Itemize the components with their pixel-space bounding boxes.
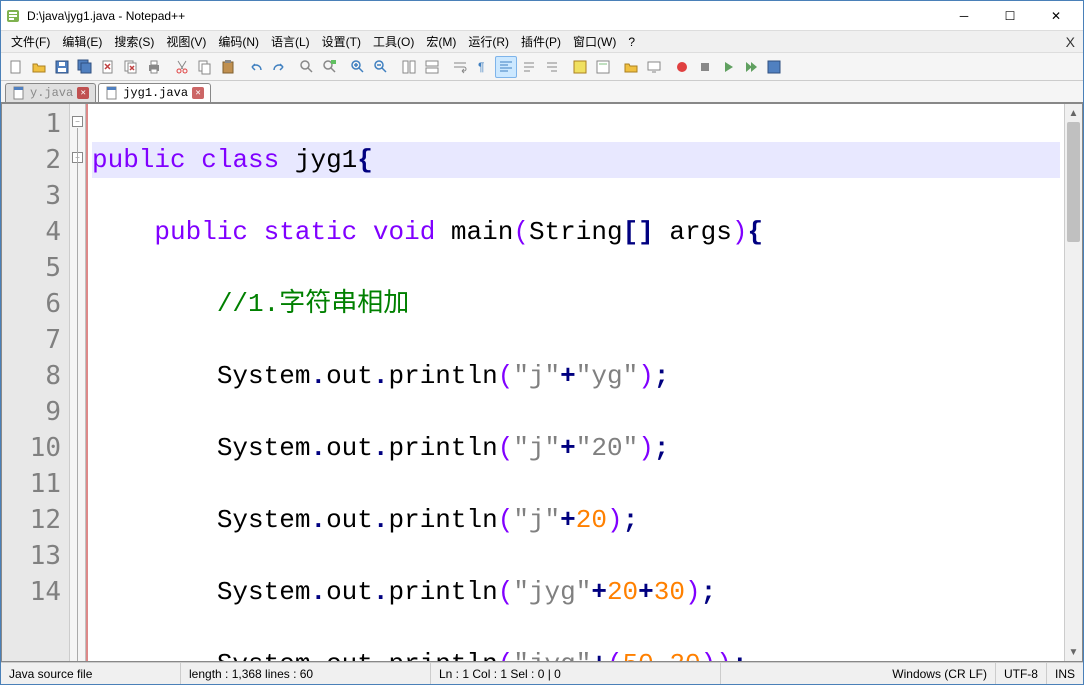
- tab-label: jyg1.java: [123, 86, 188, 100]
- line-number: 11: [4, 466, 61, 502]
- copy-button[interactable]: [194, 56, 216, 78]
- tab-label: y.java: [30, 86, 73, 100]
- toolbar: ¶: [1, 53, 1083, 81]
- save-all-button[interactable]: [74, 56, 96, 78]
- menubar: 文件(F) 编辑(E) 搜索(S) 视图(V) 编码(N) 语言(L) 设置(T…: [1, 31, 1083, 53]
- svg-text:¶: ¶: [478, 60, 484, 74]
- function-list-button[interactable]: [569, 56, 591, 78]
- titlebar: D:\java\jyg1.java - Notepad++ ─ ☐ ✕: [1, 1, 1083, 31]
- tab-jyg1-java[interactable]: jyg1.java ✕: [98, 83, 211, 102]
- play-button[interactable]: [717, 56, 739, 78]
- fold-toggle-icon[interactable]: −: [72, 116, 83, 127]
- record-button[interactable]: [671, 56, 693, 78]
- line-number: 7: [4, 322, 61, 358]
- zoom-out-button[interactable]: [370, 56, 392, 78]
- play-multi-button[interactable]: [740, 56, 762, 78]
- menu-run[interactable]: 运行(R): [462, 31, 515, 52]
- ltr-button[interactable]: [518, 56, 540, 78]
- file-icon: [105, 86, 119, 100]
- status-pos: Ln : 1 Col : 1 Sel : 0 | 0: [431, 663, 721, 684]
- menu-view[interactable]: 视图(V): [160, 31, 212, 52]
- scroll-up-icon[interactable]: ▲: [1065, 104, 1082, 122]
- file-icon: [12, 86, 26, 100]
- line-number: 1: [4, 106, 61, 142]
- menu-language[interactable]: 语言(L): [265, 31, 316, 52]
- vertical-scrollbar[interactable]: ▲ ▼: [1064, 104, 1082, 661]
- line-number: 9: [4, 394, 61, 430]
- line-number: 3: [4, 178, 61, 214]
- cut-button[interactable]: [171, 56, 193, 78]
- folder-button[interactable]: [620, 56, 642, 78]
- doc-map-button[interactable]: [592, 56, 614, 78]
- line-number: 13: [4, 538, 61, 574]
- find-button[interactable]: [296, 56, 318, 78]
- status-encoding[interactable]: UTF-8: [996, 663, 1047, 684]
- menu-settings[interactable]: 设置(T): [316, 31, 367, 52]
- line-number: 4: [4, 214, 61, 250]
- scroll-track[interactable]: [1065, 122, 1082, 643]
- menu-help[interactable]: ?: [622, 33, 641, 51]
- wordwrap-button[interactable]: [449, 56, 471, 78]
- save-macro-button[interactable]: [763, 56, 785, 78]
- status-length: length : 1,368 lines : 60: [181, 663, 431, 684]
- line-number: 6: [4, 286, 61, 322]
- tabbar: y.java ✕ jyg1.java ✕: [1, 81, 1083, 103]
- line-number: 8: [4, 358, 61, 394]
- line-number: 5: [4, 250, 61, 286]
- line-number: 12: [4, 502, 61, 538]
- menu-plugins[interactable]: 插件(P): [515, 31, 567, 52]
- fold-column: − −: [70, 104, 86, 661]
- close-button[interactable]: ✕: [1033, 1, 1079, 31]
- fold-line: [77, 128, 78, 661]
- window-title: D:\java\jyg1.java - Notepad++: [27, 9, 941, 23]
- status-lang: Java source file: [1, 663, 181, 684]
- tab-y-java[interactable]: y.java ✕: [5, 83, 96, 102]
- menu-tools[interactable]: 工具(O): [367, 31, 420, 52]
- mdi-close-icon[interactable]: X: [1066, 34, 1075, 50]
- menu-window[interactable]: 窗口(W): [567, 31, 622, 52]
- redo-button[interactable]: [268, 56, 290, 78]
- show-symbols-button[interactable]: ¶: [472, 56, 494, 78]
- maximize-button[interactable]: ☐: [987, 1, 1033, 31]
- menu-macro[interactable]: 宏(M): [420, 31, 462, 52]
- paste-button[interactable]: [217, 56, 239, 78]
- menu-search[interactable]: 搜索(S): [108, 31, 160, 52]
- code-area[interactable]: public class jyg1{ public static void ma…: [88, 104, 1064, 661]
- print-button[interactable]: [143, 56, 165, 78]
- undo-button[interactable]: [245, 56, 267, 78]
- indent-guide-button[interactable]: [495, 56, 517, 78]
- app-icon: [5, 8, 21, 24]
- scroll-down-icon[interactable]: ▼: [1065, 643, 1082, 661]
- close-file-button[interactable]: [97, 56, 119, 78]
- open-file-button[interactable]: [28, 56, 50, 78]
- rtl-button[interactable]: [541, 56, 563, 78]
- minimize-button[interactable]: ─: [941, 1, 987, 31]
- statusbar: Java source file length : 1,368 lines : …: [1, 662, 1083, 684]
- menu-file[interactable]: 文件(F): [5, 31, 56, 52]
- menu-edit[interactable]: 编辑(E): [56, 31, 108, 52]
- status-ins[interactable]: INS: [1047, 663, 1083, 684]
- editor: 1 2 3 4 5 6 7 8 9 10 11 12 13 14 − − pub…: [1, 103, 1083, 662]
- line-number: 14: [4, 574, 61, 610]
- save-button[interactable]: [51, 56, 73, 78]
- sync-h-button[interactable]: [421, 56, 443, 78]
- menu-encoding[interactable]: 编码(N): [212, 31, 265, 52]
- monitor-button[interactable]: [643, 56, 665, 78]
- new-file-button[interactable]: [5, 56, 27, 78]
- line-number: 10: [4, 430, 61, 466]
- scroll-thumb[interactable]: [1067, 122, 1080, 242]
- stop-record-button[interactable]: [694, 56, 716, 78]
- line-number: 2: [4, 142, 61, 178]
- sync-v-button[interactable]: [398, 56, 420, 78]
- replace-button[interactable]: [319, 56, 341, 78]
- close-all-button[interactable]: [120, 56, 142, 78]
- zoom-in-button[interactable]: [347, 56, 369, 78]
- status-eol[interactable]: Windows (CR LF): [884, 663, 996, 684]
- tab-close-icon[interactable]: ✕: [192, 87, 204, 99]
- tab-close-icon[interactable]: ✕: [77, 87, 89, 99]
- line-number-gutter: 1 2 3 4 5 6 7 8 9 10 11 12 13 14: [2, 104, 70, 661]
